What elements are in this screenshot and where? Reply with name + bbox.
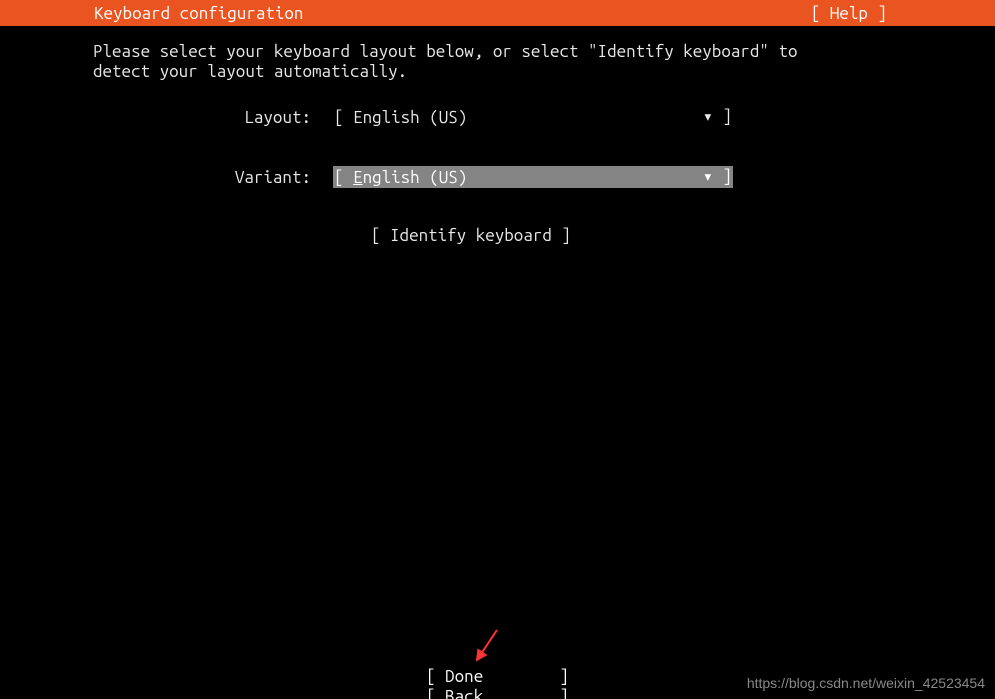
content-area: Please select your keyboard layout below… <box>0 26 995 245</box>
identify-row: [ Identify keyboard ] <box>93 226 995 245</box>
done-button[interactable]: [ Done ] <box>426 667 569 687</box>
help-button[interactable]: [ Help ] <box>811 4 987 23</box>
variant-dropdown[interactable]: [ English (US) ▾ ] <box>333 166 733 188</box>
layout-label: Layout: <box>93 108 311 127</box>
instruction-text: Please select your keyboard layout below… <box>93 42 995 82</box>
form-area: Layout: [ English (US) ▾ ] Variant: [ En… <box>93 106 995 245</box>
chevron-down-icon: ▾ ] <box>703 107 732 127</box>
layout-dropdown[interactable]: [ English (US) ▾ ] <box>333 106 733 128</box>
back-button[interactable]: [ Back ] <box>426 687 569 699</box>
layout-row: Layout: [ English (US) ▾ ] <box>93 106 995 128</box>
instruction-line-1: Please select your keyboard layout below… <box>93 42 797 61</box>
identify-keyboard-button[interactable]: [ Identify keyboard ] <box>371 226 571 245</box>
layout-dropdown-text: [ English (US) <box>334 108 467 127</box>
variant-dropdown-text: [ English (US) <box>334 168 467 187</box>
instruction-line-2: detect your layout automatically. <box>93 62 407 81</box>
variant-label: Variant: <box>93 168 311 187</box>
header-bar: Keyboard configuration [ Help ] <box>0 0 995 26</box>
variant-row: Variant: [ English (US) ▾ ] <box>93 166 995 188</box>
chevron-down-icon: ▾ ] <box>703 167 732 187</box>
watermark-text: https://blog.csdn.net/weixin_42523454 <box>747 675 985 691</box>
annotation-arrow-icon <box>472 625 502 665</box>
page-title: Keyboard configuration <box>8 4 303 23</box>
